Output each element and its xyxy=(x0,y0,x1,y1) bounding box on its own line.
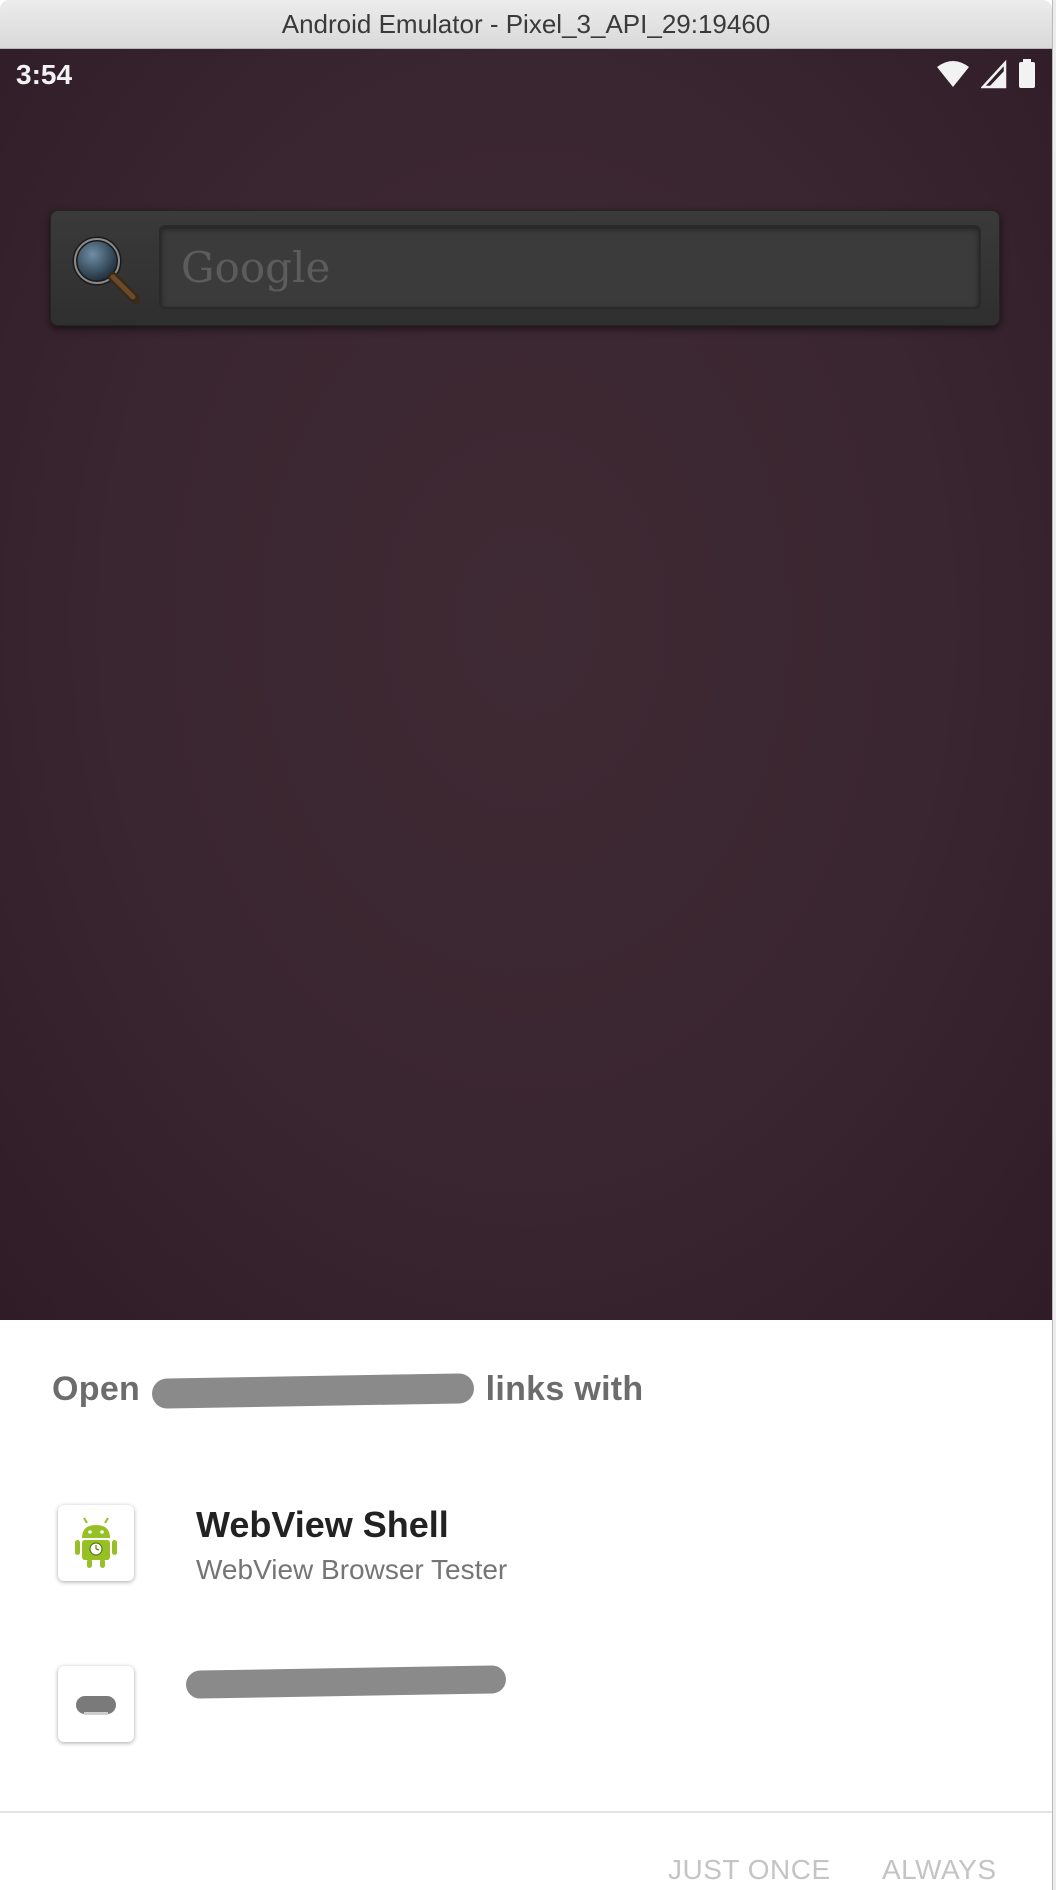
app-name: WebView Shell xyxy=(196,1504,449,1545)
magnifier-icon[interactable] xyxy=(67,231,141,305)
cell-signal-icon xyxy=(980,59,1007,89)
open-with-sheet: Open links with WebView Shell WebView Br… xyxy=(0,1320,1052,1890)
just-once-button[interactable]: JUST ONCE xyxy=(668,1854,831,1886)
always-button[interactable]: ALWAYS xyxy=(882,1854,997,1886)
status-icons xyxy=(930,59,1036,91)
app-subtitle: WebView Browser Tester xyxy=(196,1554,508,1585)
status-clock: 3:54 xyxy=(16,59,73,90)
home-wallpaper: 3:54 xyxy=(0,49,1052,1320)
app-option-redacted[interactable] xyxy=(0,1630,1052,1780)
window-titlebar: Android Emulator - Pixel_3_API_29:19460 xyxy=(0,0,1052,49)
device-screen: 3:54 Google Open links with WebView Shel… xyxy=(0,49,1052,1890)
status-bar: 3:54 xyxy=(0,49,1052,101)
google-search-widget[interactable] xyxy=(50,210,1000,326)
emulator-window: Android Emulator - Pixel_3_API_29:19460 … xyxy=(0,0,1053,1890)
app-icon-redacted xyxy=(58,1666,134,1742)
app-option-webview-shell[interactable]: WebView Shell WebView Browser Tester xyxy=(0,1470,1052,1620)
sheet-title-prefix: Open xyxy=(52,1370,141,1408)
redacted-app-name xyxy=(151,1373,475,1409)
android-robot-icon xyxy=(75,1517,117,1568)
wifi-icon xyxy=(936,61,969,87)
sheet-title-suffix: links with xyxy=(485,1370,644,1408)
battery-icon xyxy=(1019,59,1035,88)
search-input[interactable] xyxy=(159,225,981,309)
sheet-title: Open links with xyxy=(52,1370,644,1409)
app-icon-webview-shell xyxy=(58,1505,134,1581)
redacted-app-label xyxy=(185,1665,507,1699)
sheet-divider xyxy=(0,1811,1052,1813)
redacted-icon-glyph xyxy=(76,1696,116,1715)
